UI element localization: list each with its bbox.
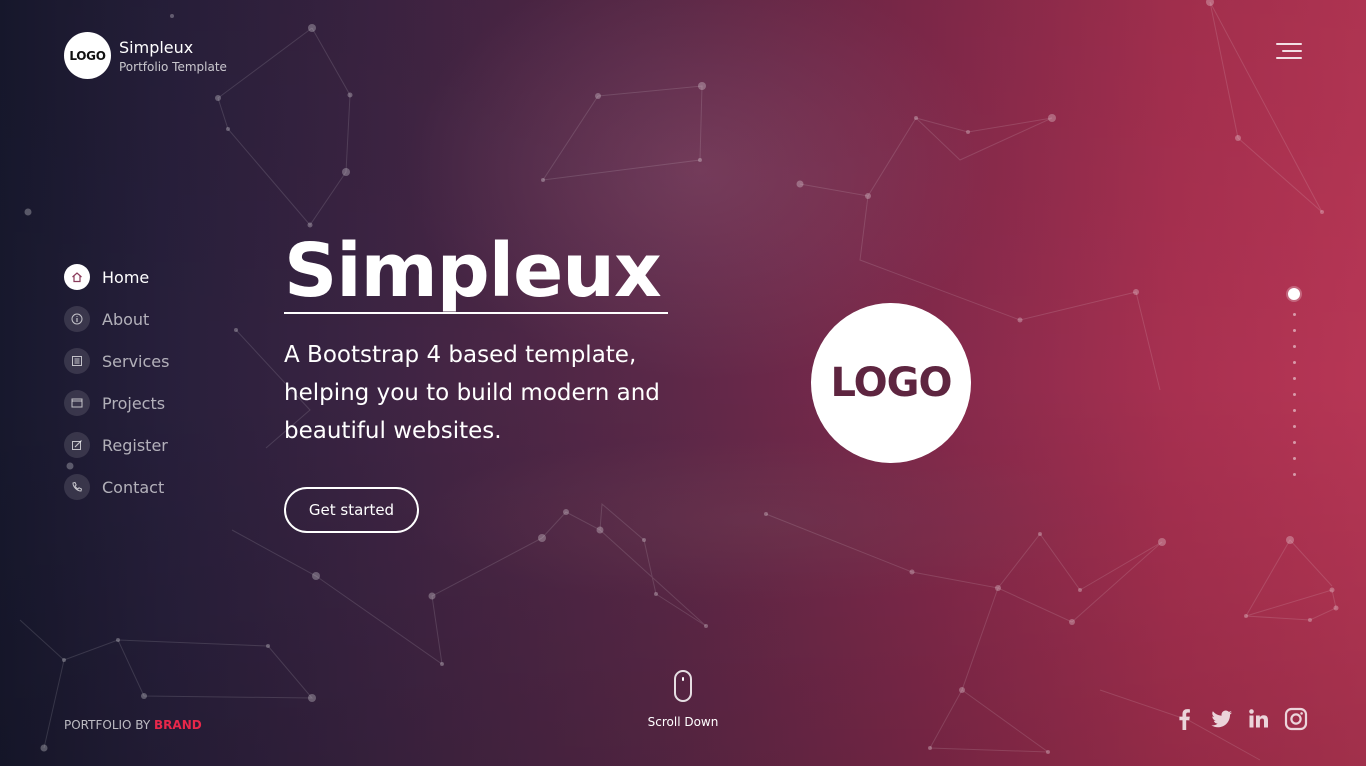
hero-subtitle: A Bootstrap 4 based template, helping yo… [284, 342, 660, 444]
brand-logo[interactable]: LOGO [64, 32, 111, 79]
edit-icon [64, 432, 90, 458]
pager-dot[interactable] [1292, 361, 1296, 364]
linkedin-icon[interactable] [1246, 706, 1272, 732]
facebook-icon[interactable] [1172, 706, 1198, 732]
scroll-down-label: Scroll Down [647, 715, 719, 729]
brand-tagline: Portfolio Template [119, 59, 227, 74]
nav-label-home: Home [102, 267, 150, 287]
mouse-icon [674, 670, 692, 702]
twitter-icon[interactable] [1209, 706, 1235, 732]
menu-bar [1276, 57, 1302, 59]
footer-credit: PORTFOLIO BY BRAND [64, 718, 202, 732]
window-icon [64, 390, 90, 416]
nav-label-about: About [102, 309, 150, 329]
hero-logo: LOGO [811, 303, 971, 463]
side-nav: Home About Services Projects Register Co… [64, 264, 169, 516]
pager-dot[interactable] [1292, 329, 1296, 332]
phone-icon [64, 474, 90, 500]
nav-label-contact: Contact [102, 477, 165, 497]
credit-prefix: PORTFOLIO BY [64, 718, 155, 732]
nav-label-register: Register [102, 435, 168, 455]
pager-dot[interactable] [1292, 425, 1296, 428]
list-icon [64, 348, 90, 374]
nav-item-register[interactable]: Register [64, 432, 169, 458]
nav-label-projects: Projects [102, 393, 166, 413]
menu-bar [1276, 43, 1302, 45]
home-icon [64, 264, 90, 290]
nav-item-projects[interactable]: Projects [64, 390, 169, 416]
pager-dot[interactable] [1292, 313, 1296, 316]
pager-dot[interactable] [1292, 409, 1296, 412]
pager-dot[interactable] [1292, 345, 1296, 348]
brand-name: Simpleux [119, 37, 194, 57]
credit-brand[interactable]: BRAND [154, 718, 202, 732]
nav-item-home[interactable]: Home [64, 264, 169, 290]
menu-bar [1282, 50, 1302, 52]
instagram-icon[interactable] [1283, 706, 1309, 732]
brand-text: Simpleux Portfolio Template [119, 38, 227, 74]
hamburger-menu-icon[interactable] [1276, 43, 1302, 61]
pager-dot[interactable] [1292, 441, 1296, 444]
info-icon [64, 306, 90, 332]
nav-item-services[interactable]: Services [64, 348, 169, 374]
pager-dot[interactable] [1292, 473, 1296, 476]
pager-dot[interactable] [1292, 393, 1296, 396]
scroll-down[interactable]: Scroll Down [640, 670, 726, 729]
pager-dot[interactable] [1292, 457, 1296, 460]
nav-label-services: Services [102, 351, 170, 371]
brand[interactable]: LOGO Simpleux Portfolio Template [64, 32, 227, 79]
nav-item-about[interactable]: About [64, 306, 169, 332]
hero-title: Simpleux [284, 228, 662, 314]
social-links [1172, 706, 1320, 732]
pager-dot[interactable] [1292, 377, 1296, 380]
title-underline [284, 312, 668, 314]
pager-dot-active[interactable] [1288, 288, 1300, 300]
nav-item-contact[interactable]: Contact [64, 474, 169, 500]
get-started-button[interactable]: Get started [284, 487, 419, 533]
section-pager [1288, 288, 1300, 476]
